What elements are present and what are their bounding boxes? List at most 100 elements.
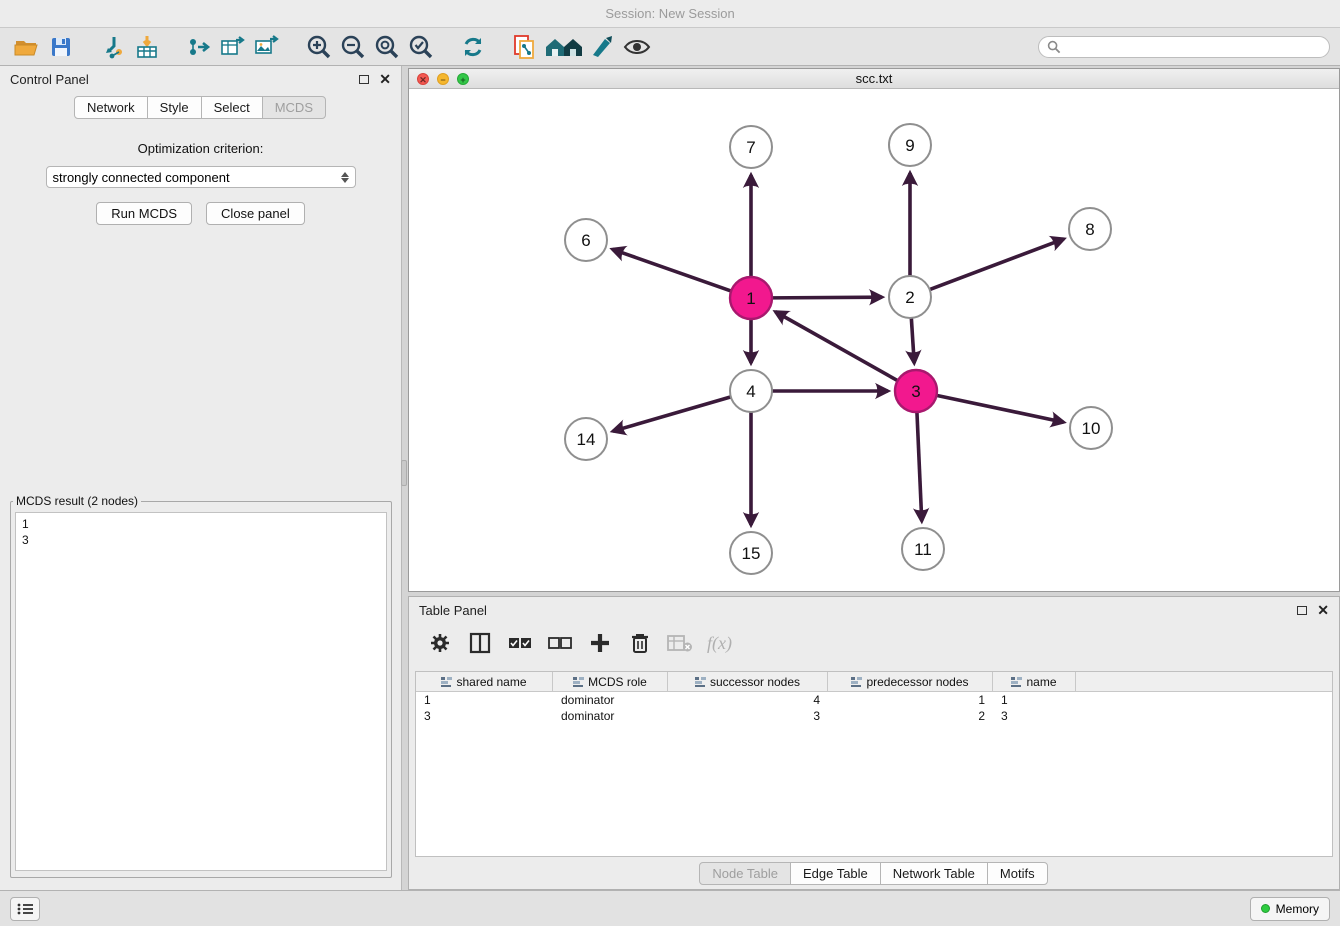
delete-column-button[interactable] (667, 630, 693, 656)
zoom-in-button[interactable] (302, 32, 336, 62)
table-cell: 2 (828, 708, 993, 724)
graph-node-3[interactable]: 3 (895, 370, 937, 412)
graph-edge-1-6[interactable] (612, 249, 731, 291)
window-title: Session: New Session (605, 6, 734, 21)
graph-edge-3-11[interactable] (917, 412, 922, 521)
svg-text:2: 2 (905, 288, 914, 307)
delete-row-button[interactable] (627, 630, 653, 656)
graph-edge-2-8[interactable] (930, 239, 1064, 290)
graph-node-1[interactable]: 1 (730, 277, 772, 319)
window-titlebar: Session: New Session (0, 0, 1340, 28)
float-table-panel-icon[interactable] (1297, 606, 1307, 615)
list-icon (17, 903, 33, 915)
plus-icon (589, 632, 611, 654)
tab-mcds[interactable]: MCDS (262, 96, 326, 119)
zoom-fit-button[interactable] (370, 32, 404, 62)
table-header-row: shared nameMCDS rolesuccessor nodesprede… (416, 672, 1332, 692)
graph-edge-2-3[interactable] (911, 318, 914, 363)
sort-icon (573, 677, 584, 687)
close-panel-button[interactable]: Close panel (206, 202, 305, 225)
export-image-button[interactable] (250, 32, 284, 62)
table-row[interactable]: 1dominator411 (416, 692, 1332, 708)
graph-node-4[interactable]: 4 (730, 370, 772, 412)
search-input[interactable] (1061, 40, 1321, 54)
column-header-MCDS-role[interactable]: MCDS role (553, 672, 668, 691)
table-tab-node-table[interactable]: Node Table (699, 862, 791, 885)
open-file-button[interactable] (10, 32, 44, 62)
graph-node-15[interactable]: 15 (730, 532, 772, 574)
memory-button[interactable]: Memory (1250, 897, 1330, 921)
tab-network[interactable]: Network (74, 96, 148, 119)
export-table-button[interactable] (216, 32, 250, 62)
splitter-handle[interactable] (401, 460, 407, 486)
graph-node-7[interactable]: 7 (730, 126, 772, 168)
table-settings-button[interactable] (427, 630, 453, 656)
sort-icon (851, 677, 862, 687)
task-history-button[interactable] (10, 897, 40, 921)
tab-select[interactable]: Select (201, 96, 263, 119)
network-canvas[interactable]: 7 9 6 8 1 2 4 3 14 10 15 11 (409, 89, 1339, 591)
select-all-button[interactable] (507, 630, 533, 656)
graph-node-8[interactable]: 8 (1069, 208, 1111, 250)
graph-node-2[interactable]: 2 (889, 276, 931, 318)
run-mcds-button[interactable]: Run MCDS (96, 202, 192, 225)
zoom-out-button[interactable] (336, 32, 370, 62)
graph-node-14[interactable]: 14 (565, 418, 607, 460)
column-header-successor-nodes[interactable]: successor nodes (668, 672, 828, 691)
function-builder-button[interactable]: f(x) (707, 633, 732, 654)
import-table-button[interactable] (130, 32, 164, 62)
graph-edge-4-14[interactable] (613, 397, 731, 431)
column-header-shared-name[interactable]: shared name (416, 672, 553, 691)
graph-node-6[interactable]: 6 (565, 219, 607, 261)
maximize-window-icon[interactable]: + (457, 73, 469, 85)
graph-edge-1-2[interactable] (772, 297, 882, 298)
clone-network-button[interactable] (508, 32, 542, 62)
mcds-result-list[interactable]: 13 (15, 512, 387, 871)
svg-text:7: 7 (746, 138, 755, 157)
graph-node-9[interactable]: 9 (889, 124, 931, 166)
table-tab-network-table[interactable]: Network Table (880, 862, 988, 885)
add-row-button[interactable] (587, 630, 613, 656)
svg-text:15: 15 (742, 544, 761, 563)
table-tab-edge-table[interactable]: Edge Table (790, 862, 881, 885)
close-table-panel-icon[interactable]: ✕ (1317, 603, 1329, 617)
eye-icon (623, 37, 651, 57)
optimization-criterion-dropdown[interactable]: strongly connected component (46, 166, 356, 188)
graph-edge-3-1[interactable] (775, 312, 897, 381)
search-field[interactable] (1038, 36, 1330, 58)
checked-boxes-icon (508, 634, 532, 652)
gear-icon (429, 632, 451, 654)
delete-column-icon (667, 633, 693, 653)
svg-text:3: 3 (911, 382, 920, 401)
svg-text:8: 8 (1085, 220, 1094, 239)
minimize-window-icon[interactable]: − (437, 73, 449, 85)
table-cell: 3 (668, 708, 828, 724)
home-view-button[interactable] (542, 32, 586, 62)
save-session-button[interactable] (44, 32, 78, 62)
tab-style[interactable]: Style (147, 96, 202, 119)
close-panel-icon[interactable]: ✕ (379, 72, 391, 86)
graph-node-10[interactable]: 10 (1070, 407, 1112, 449)
table-panel-header: Table Panel ✕ (409, 597, 1339, 623)
import-network-button[interactable] (96, 32, 130, 62)
svg-text:11: 11 (914, 540, 932, 559)
table-tab-motifs[interactable]: Motifs (987, 862, 1048, 885)
column-header-predecessor-nodes[interactable]: predecessor nodes (828, 672, 993, 691)
export-image-icon (254, 35, 280, 59)
zoom-selected-button[interactable] (404, 32, 438, 62)
float-panel-icon[interactable] (359, 75, 369, 84)
sort-icon (441, 677, 452, 687)
control-panel: Control Panel ✕ NetworkStyleSelectMCDS O… (0, 66, 402, 890)
refresh-button[interactable] (456, 32, 490, 62)
export-network-button[interactable] (182, 32, 216, 62)
show-columns-button[interactable] (467, 630, 493, 656)
column-header-name[interactable]: name (993, 672, 1076, 691)
table-row[interactable]: 3dominator323 (416, 708, 1332, 724)
graph-node-11[interactable]: 11 (902, 528, 944, 570)
close-window-icon[interactable]: ✕ (417, 73, 429, 85)
graph-edge-3-10[interactable] (937, 395, 1064, 422)
unselect-all-button[interactable] (547, 630, 573, 656)
show-hide-button[interactable] (620, 32, 654, 62)
apply-style-button[interactable] (586, 32, 620, 62)
node-table[interactable]: shared nameMCDS rolesuccessor nodesprede… (415, 671, 1333, 857)
